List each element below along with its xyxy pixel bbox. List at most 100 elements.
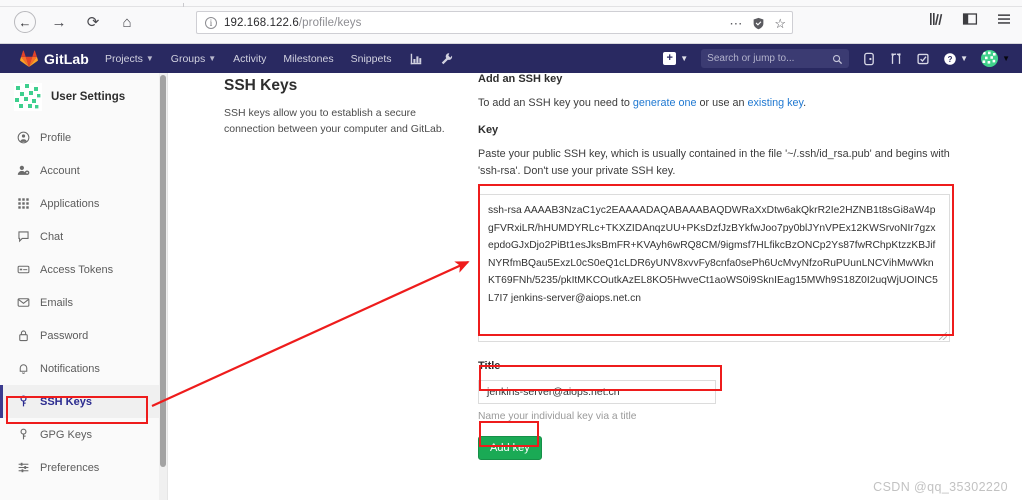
- nav-item-groups[interactable]: Groups ▼: [171, 53, 216, 65]
- title-input[interactable]: jenkins-server@aiops.net.cn: [478, 380, 716, 404]
- chevron-down-icon: ▼: [680, 54, 689, 63]
- sidebar-title: User Settings: [51, 91, 126, 103]
- sidebar-item-gpg-keys[interactable]: GPG Keys: [0, 418, 167, 451]
- key-icon: [16, 428, 30, 441]
- sidebar-scrollbar[interactable]: [159, 73, 167, 500]
- search-placeholder: Search or jump to...: [707, 53, 795, 64]
- star-icon[interactable]: ☆: [774, 17, 786, 30]
- hamburger-menu-icon[interactable]: [996, 11, 1012, 27]
- user-menu[interactable]: ▼: [981, 50, 1010, 67]
- existing-key-link[interactable]: existing key: [748, 97, 804, 109]
- sidebar-item-preferences[interactable]: Preferences: [0, 451, 167, 484]
- forward-arrow-icon[interactable]: →: [48, 11, 70, 33]
- account-gear-icon: [16, 164, 30, 177]
- form-intro: To add an SSH key you need to generate o…: [478, 95, 968, 112]
- help-button[interactable]: ? ▼: [943, 52, 968, 66]
- ssh-keys-intro-column: SSH Keys SSH keys allow you to establish…: [224, 73, 464, 137]
- sliders-icon: [16, 461, 30, 474]
- sidebar-scrollbar-thumb[interactable]: [160, 75, 166, 467]
- user-avatar: [981, 50, 999, 67]
- bell-icon: [16, 362, 30, 375]
- create-new-button[interactable]: + ▼: [663, 52, 688, 65]
- sidebar-item-label: Emails: [40, 296, 74, 309]
- key-help-text: Paste your public SSH key, which is usua…: [478, 148, 950, 177]
- home-icon[interactable]: ⌂: [116, 11, 138, 33]
- nav-item-label: Groups: [170, 52, 206, 65]
- browser-toolbar-right: [928, 11, 1012, 27]
- sidebar-item-label: SSH Keys: [40, 395, 92, 408]
- sidebar-item-label: Notifications: [40, 362, 100, 375]
- nav-item-label: Snippets: [350, 52, 392, 65]
- key-textarea-value: ssh-rsa AAAAB3NzaC1yc2EAAAADAQABAAABAQDW…: [488, 205, 938, 304]
- gitlab-navbar-right: + ▼ Search or jump to... ? ▼ ▼: [663, 44, 1010, 73]
- todos-check-icon[interactable]: [916, 52, 930, 66]
- sidebar-item-account[interactable]: Account: [0, 154, 167, 187]
- merge-request-icon[interactable]: [889, 52, 903, 66]
- search-input[interactable]: Search or jump to...: [701, 49, 850, 70]
- nav-item-milestones[interactable]: Milestones: [283, 53, 333, 65]
- gitlab-brand[interactable]: GitLab: [20, 50, 89, 67]
- info-circle-icon[interactable]: i: [205, 16, 217, 29]
- back-arrow-icon[interactable]: ←: [14, 11, 36, 33]
- nav-item-snippets[interactable]: Snippets: [351, 53, 392, 65]
- sidebar-item-ssh-keys[interactable]: SSH Keys: [0, 385, 167, 418]
- textarea-resize-handle[interactable]: [939, 332, 947, 340]
- question-circle-icon: ?: [944, 52, 956, 65]
- title-label: Title: [478, 360, 501, 372]
- sidebar-item-password[interactable]: Password: [0, 319, 167, 352]
- sidebar-item-chat[interactable]: Chat: [0, 220, 167, 253]
- envelope-icon: [16, 296, 30, 309]
- browser-nav-buttons: ← → ⟳ ⌂: [14, 11, 138, 33]
- key-label: Key: [478, 124, 499, 136]
- sidebar-item-label: Chat: [40, 230, 64, 243]
- title-hint: Name your individual key via a title: [478, 411, 637, 422]
- key-textarea[interactable]: ssh-rsa AAAAB3NzaC1yc2EAAAADAQABAAABAQDW…: [478, 194, 950, 342]
- chat-bubble-icon: [16, 230, 30, 243]
- wrench-icon[interactable]: [440, 52, 454, 66]
- sidebar-item-notifications[interactable]: Notifications: [0, 352, 167, 385]
- shield-icon[interactable]: [752, 17, 765, 30]
- form-intro-after: .: [803, 97, 807, 109]
- sidebar-item-emails[interactable]: Emails: [0, 286, 167, 319]
- settings-sidebar: User Settings Profile Account Applicatio…: [0, 73, 168, 500]
- sidebar-toggle-icon[interactable]: [962, 11, 978, 27]
- key-icon: [16, 395, 30, 408]
- browser-tabstrip[interactable]: [0, 0, 1022, 7]
- form-intro-middle: or use an: [696, 97, 748, 109]
- gitlab-brand-name: GitLab: [44, 50, 89, 67]
- urlbar-actions: ⋯ ☆: [729, 12, 786, 35]
- sidebar-item-profile[interactable]: Profile: [0, 121, 167, 154]
- sidebar-item-label: Preferences: [40, 461, 100, 474]
- library-icon[interactable]: [928, 11, 944, 27]
- nav-item-activity[interactable]: Activity: [233, 53, 266, 65]
- magnifier-icon: [832, 52, 843, 70]
- url-host: 192.168.122.6: [224, 16, 299, 29]
- chevron-down-icon: ▼: [1002, 54, 1010, 63]
- screenshot-root: ← → ⟳ ⌂ i 192.168.122.6/profile/keys ⋯ ☆: [0, 0, 1022, 500]
- sidebar-item-applications[interactable]: Applications: [0, 187, 167, 220]
- ellipsis-icon[interactable]: ⋯: [729, 17, 743, 30]
- page-body: User Settings Profile Account Applicatio…: [0, 73, 1022, 500]
- chevron-down-icon: ▼: [145, 54, 154, 63]
- url-bar[interactable]: i 192.168.122.6/profile/keys ⋯ ☆: [196, 11, 793, 34]
- add-key-button[interactable]: Add key: [478, 436, 542, 460]
- generate-one-link[interactable]: generate one: [633, 97, 697, 109]
- sidebar-item-access-tokens[interactable]: Access Tokens: [0, 253, 167, 286]
- sidebar-header: User Settings: [0, 73, 167, 121]
- sidebar-item-label: Applications: [40, 197, 100, 210]
- sidebar-item-label: Access Tokens: [40, 263, 114, 276]
- sidebar-item-label: GPG Keys: [40, 428, 92, 441]
- nav-item-label: Activity: [233, 52, 267, 65]
- url-text: 192.168.122.6/profile/keys: [224, 17, 362, 29]
- sidebar-item-label: Password: [40, 329, 89, 342]
- form-intro-before: To add an SSH key you need to: [478, 97, 633, 109]
- page-description: SSH keys allow you to establish a secure…: [224, 107, 445, 135]
- nav-item-projects[interactable]: Projects ▼: [105, 53, 154, 65]
- nav-item-label: Projects: [104, 52, 143, 65]
- chevron-down-icon: ▼: [208, 54, 217, 63]
- issues-icon[interactable]: [862, 52, 876, 66]
- token-card-icon: [16, 263, 30, 276]
- form-heading: Add an SSH key: [478, 73, 563, 85]
- reload-icon[interactable]: ⟳: [82, 11, 104, 33]
- analytics-chart-icon[interactable]: [409, 52, 423, 66]
